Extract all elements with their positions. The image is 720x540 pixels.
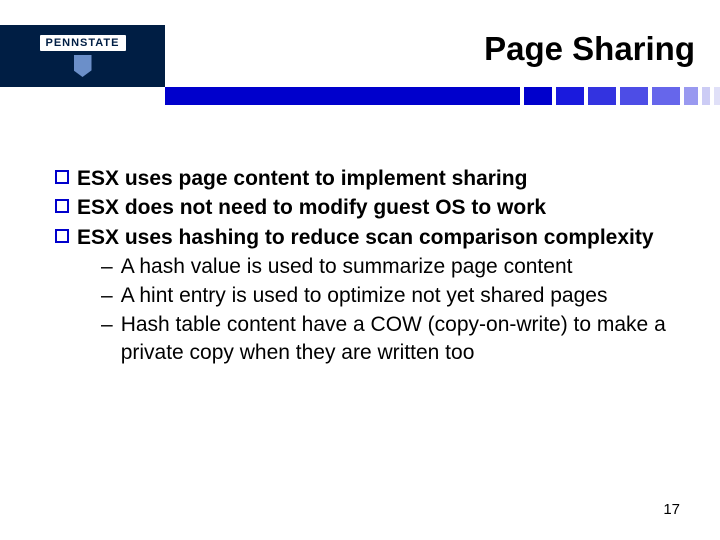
bullet-item: ESX uses hashing to reduce scan comparis… [55,224,670,251]
sub-bullet-item: – A hint entry is used to optimize not y… [101,282,670,309]
pennstate-logo: PENNSTATE [0,25,165,87]
square-bullet-icon [55,199,69,213]
dash-icon: – [101,282,113,309]
dash-icon: – [101,253,113,280]
sub-bullet-item: – Hash table content have a COW (copy-on… [101,311,670,366]
square-bullet-icon [55,229,69,243]
shield-icon [74,55,92,77]
sub-bullet-text: A hash value is used to summarize page c… [121,253,573,280]
bullet-text: ESX uses page content to implement shari… [77,165,527,192]
sub-bullet-item: – A hash value is used to summarize page… [101,253,670,280]
dash-icon: – [101,311,113,338]
bullet-text: ESX does not need to modify guest OS to … [77,194,546,221]
decorative-stripe [165,87,720,105]
slide-title: Page Sharing [484,30,695,68]
bullet-text: ESX uses hashing to reduce scan comparis… [77,224,654,251]
slide-content: ESX uses page content to implement shari… [0,105,720,366]
bullet-item: ESX uses page content to implement shari… [55,165,670,192]
logo-text: PENNSTATE [40,35,126,51]
page-number: 17 [663,501,680,518]
bullet-item: ESX does not need to modify guest OS to … [55,194,670,221]
square-bullet-icon [55,170,69,184]
sub-bullet-text: A hint entry is used to optimize not yet… [121,282,608,309]
sub-bullet-list: – A hash value is used to summarize page… [101,253,670,366]
sub-bullet-text: Hash table content have a COW (copy-on-w… [121,311,670,366]
slide-header: PENNSTATE Page Sharing [0,0,720,105]
